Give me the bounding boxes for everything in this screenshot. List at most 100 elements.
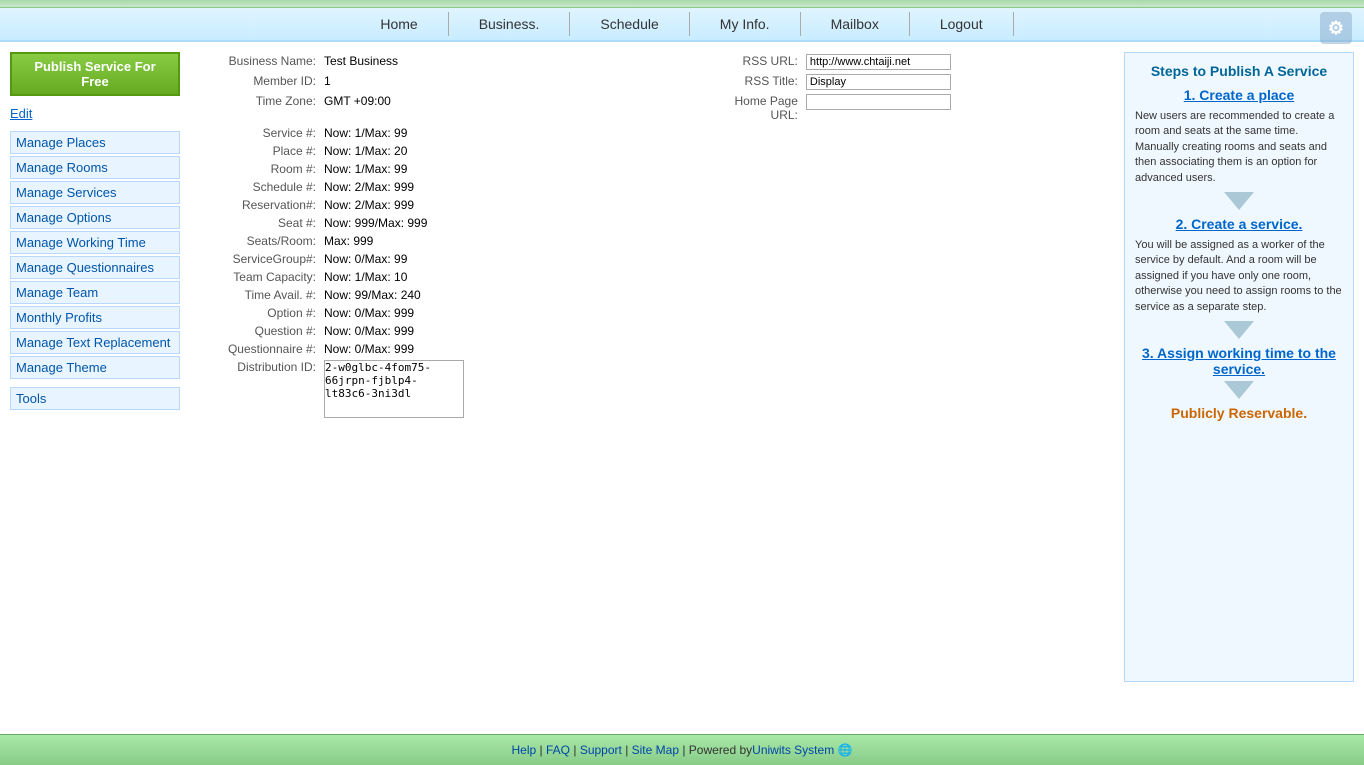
footer-faq-link[interactable]: FAQ [546,743,570,757]
nav-bar: Home Business. Schedule My Info. Mailbox… [0,8,1364,42]
table-row: Business Name: Test Business RSS URL: [190,52,1114,72]
table-row: Place #: Now: 1/Max: 20 [190,142,1114,160]
nav-logout[interactable]: Logout [910,12,1014,36]
field-value: Now: 99/Max: 240 [320,286,622,304]
home-page-url-label: Home PageURL: [672,92,802,124]
nav-myinfo[interactable]: My Info. [690,12,801,36]
field-value: 2-w0glbc-4fom75-66jrpn-fjblp4-lt83c6-3ni… [320,358,622,423]
top-bar [0,0,1364,8]
arrow-down-icon-2 [1219,321,1259,341]
field-value: Now: 1/Max: 99 [320,124,622,142]
field-label: Time Zone: [190,92,320,124]
field-value: Test Business [320,52,622,72]
field-value: Now: 0/Max: 999 [320,340,622,358]
nav-schedule[interactable]: Schedule [570,12,689,36]
field-label: Room #: [190,160,320,178]
step2-link[interactable]: 2. Create a service. [1176,216,1303,232]
home-page-url-input[interactable] [806,94,951,110]
field-value: Max: 999 [320,232,622,250]
step3-link[interactable]: 3. Assign working time to the service. [1142,345,1336,377]
table-row: Schedule #: Now: 2/Max: 999 [190,178,1114,196]
field-value: Now: 1/Max: 10 [320,268,622,286]
sidebar-item-manage-places[interactable]: Manage Places [10,131,180,154]
rss-title-input[interactable] [806,74,951,90]
table-row: Question #: Now: 0/Max: 999 [190,322,1114,340]
field-value: GMT +09:00 [320,92,622,124]
footer-sitemap-link[interactable]: Site Map [632,743,679,757]
table-row: Questionnaire #: Now: 0/Max: 999 [190,340,1114,358]
footer-uniwits-link[interactable]: Uniwits System [752,743,834,757]
field-label: ServiceGroup#: [190,250,320,268]
field-value: Now: 1/Max: 99 [320,160,622,178]
footer-powered-by: | Powered by [682,743,752,757]
nav-mailbox[interactable]: Mailbox [801,12,910,36]
table-row: ServiceGroup#: Now: 0/Max: 99 [190,250,1114,268]
footer-support-link[interactable]: Support [580,743,622,757]
field-value: Now: 0/Max: 99 [320,250,622,268]
sidebar-item-manage-rooms[interactable]: Manage Rooms [10,156,180,179]
field-label: Option #: [190,304,320,322]
nav-home[interactable]: Home [350,12,448,36]
edit-link[interactable]: Edit [10,106,180,121]
field-label: Reservation#: [190,196,320,214]
field-value: Now: 999/Max: 999 [320,214,622,232]
table-row: Option #: Now: 0/Max: 999 [190,304,1114,322]
sidebar-item-manage-options[interactable]: Manage Options [10,206,180,229]
rss-title-value [802,72,1114,92]
steps-title: Steps to Publish A Service [1135,63,1343,79]
footer-help-link[interactable]: Help [512,743,537,757]
step1-desc: New users are recommended to create a ro… [1135,109,1343,186]
field-value: 1 [320,72,622,92]
rss-url-input[interactable] [806,54,951,70]
step2-desc: You will be assigned as a worker of the … [1135,238,1343,315]
field-label: Seat #: [190,214,320,232]
table-row: Distribution ID: 2-w0glbc-4fom75-66jrpn-… [190,358,1114,423]
rss-title-label: RSS Title: [672,72,802,92]
field-label: Question #: [190,322,320,340]
field-label: Team Capacity: [190,268,320,286]
field-value: Now: 0/Max: 999 [320,304,622,322]
table-row: Team Capacity: Now: 1/Max: 10 [190,268,1114,286]
content-area: Business Name: Test Business RSS URL: Me… [190,52,1354,682]
business-info-table: Business Name: Test Business RSS URL: Me… [190,52,1114,423]
arrow-down-icon-3 [1219,381,1259,401]
table-row: Member ID: 1 RSS Title: [190,72,1114,92]
main-container: Publish Service For Free Edit Manage Pla… [0,42,1364,692]
sidebar-item-manage-theme[interactable]: Manage Theme [10,356,180,379]
sidebar-item-manage-services[interactable]: Manage Services [10,181,180,204]
publish-service-button[interactable]: Publish Service For Free [10,52,180,96]
sidebar-item-manage-questionnaires[interactable]: Manage Questionnaires [10,256,180,279]
footer-globe-icon: 🌐 [838,743,853,757]
footer: Help | FAQ | Support | Site Map | Powere… [0,734,1364,765]
field-value: Now: 0/Max: 999 [320,322,622,340]
table-row: Seats/Room: Max: 999 [190,232,1114,250]
field-label: Service #: [190,124,320,142]
svg-text:⚙: ⚙ [1328,18,1344,38]
sidebar-item-manage-team[interactable]: Manage Team [10,281,180,304]
field-value: Now: 1/Max: 20 [320,142,622,160]
table-row: Seat #: Now: 999/Max: 999 [190,214,1114,232]
steps-panel: Steps to Publish A Service 1. Create a p… [1124,52,1354,682]
tools-link[interactable]: Tools [10,387,180,410]
sidebar-item-manage-text-replacement[interactable]: Manage Text Replacement [10,331,180,354]
sidebar-links: Manage Places Manage Rooms Manage Servic… [10,131,180,379]
field-label: Seats/Room: [190,232,320,250]
field-label: Place #: [190,142,320,160]
field-value: Now: 2/Max: 999 [320,178,622,196]
logo-icon: ⚙ [1318,10,1354,46]
distribution-id-textarea[interactable]: 2-w0glbc-4fom75-66jrpn-fjblp4-lt83c6-3ni… [324,360,464,418]
sidebar-item-monthly-profits[interactable]: Monthly Profits [10,306,180,329]
sidebar-item-manage-working-time[interactable]: Manage Working Time [10,231,180,254]
arrow-down-icon-1 [1219,192,1259,212]
table-row: Time Avail. #: Now: 99/Max: 240 [190,286,1114,304]
table-row: Time Zone: GMT +09:00 Home PageURL: [190,92,1114,124]
field-label: Business Name: [190,52,320,72]
field-label: Time Avail. #: [190,286,320,304]
publicly-reservable-label: Publicly Reservable. [1135,405,1343,421]
home-page-url-value [802,92,1114,124]
step1-link[interactable]: 1. Create a place [1184,87,1295,103]
business-rss-wrapper: Business Name: Test Business RSS URL: Me… [190,52,1114,682]
sidebar: Publish Service For Free Edit Manage Pla… [10,52,190,682]
nav-business[interactable]: Business. [449,12,571,36]
field-label: Questionnaire #: [190,340,320,358]
